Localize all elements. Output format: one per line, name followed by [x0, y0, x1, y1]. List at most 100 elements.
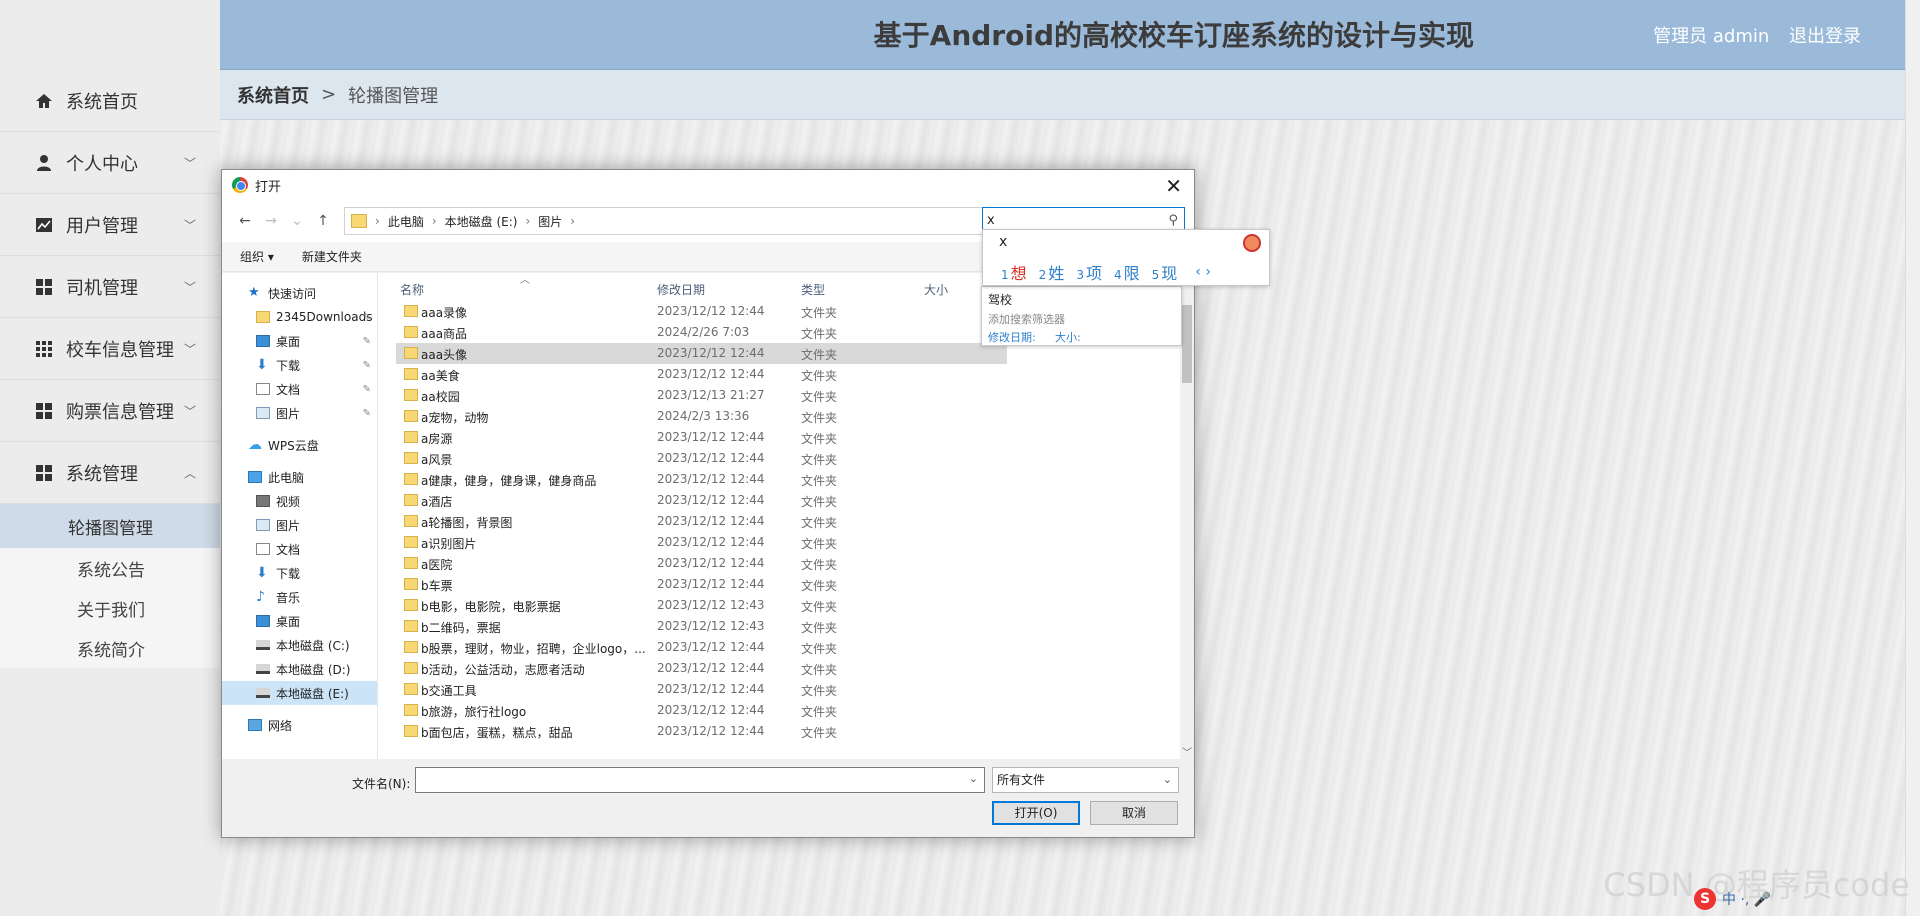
file-row[interactable]: a宠物，动物 2024/2/3 13:36 文件夹	[396, 406, 1180, 427]
sidebar-item-users[interactable]: 用户管理 ﹀	[0, 194, 220, 256]
file-row[interactable]: b面包店，蛋糕，糕点，甜品 2023/12/12 12:44 文件夹	[396, 721, 1180, 742]
nav-item[interactable]: 本地磁盘 (D:)	[222, 657, 377, 681]
folder-icon	[404, 620, 418, 632]
folder-icon	[404, 452, 418, 464]
path-segment-pictures[interactable]: 图片	[538, 213, 562, 230]
file-date: 2023/12/13 21:27	[657, 388, 765, 402]
new-folder-button[interactable]: 新建文件夹	[302, 248, 362, 265]
ime-candidates: 1想 2姓 3项 4限 5现 ‹ ›	[1001, 260, 1211, 284]
path-segment-drive[interactable]: 本地磁盘 (E:)	[445, 213, 518, 230]
nav-item[interactable]: 视频	[222, 489, 377, 513]
submenu-item-about[interactable]: 关于我们	[0, 588, 220, 628]
file-row[interactable]: b电影，电影院，电影票据 2023/12/12 12:43 文件夹	[396, 595, 1180, 616]
forward-arrow-icon[interactable]: →	[258, 213, 284, 229]
nav-item[interactable]: 2345Downloads ✎	[222, 305, 377, 329]
file-row[interactable]: a酒店 2023/12/12 12:44 文件夹	[396, 490, 1180, 511]
nav-quick-access[interactable]: ★ 快速访问	[222, 281, 377, 305]
close-icon[interactable]: ✕	[1165, 174, 1182, 198]
column-type[interactable]: 类型	[801, 281, 825, 298]
nav-item[interactable]: 文档 ✎	[222, 377, 377, 401]
nav-item[interactable]: ⬇ 下载	[222, 561, 377, 585]
size-filter-link[interactable]: 大小:	[1055, 329, 1081, 345]
file-name: a酒店	[421, 495, 453, 509]
file-row[interactable]: a风景 2023/12/12 12:44 文件夹	[396, 448, 1180, 469]
submenu-item-intro[interactable]: 系统简介	[0, 628, 220, 668]
file-list-scrollbar[interactable]: ︿ ﹀	[1180, 273, 1194, 759]
ime-candidate[interactable]: 2姓	[1039, 260, 1065, 284]
column-name[interactable]: 名称	[400, 281, 424, 298]
sogou-icon[interactable]: S	[1694, 888, 1716, 910]
column-size[interactable]: 大小	[924, 281, 948, 298]
ime-candidate[interactable]: 1想	[1001, 260, 1027, 284]
file-type: 文件夹	[801, 621, 838, 635]
nav-item[interactable]: 图片	[222, 513, 377, 537]
file-row[interactable]: aa校园 2023/12/13 21:27 文件夹	[396, 385, 1180, 406]
file-type: 文件夹	[801, 306, 838, 320]
open-button[interactable]: 打开(O)	[992, 801, 1080, 825]
file-row[interactable]: a健康，健身，健身课，健身商品 2023/12/12 12:44 文件夹	[396, 469, 1180, 490]
file-row[interactable]: a房源 2023/12/12 12:44 文件夹	[396, 427, 1180, 448]
sidebar-item-personal[interactable]: 个人中心 ﹀	[0, 132, 220, 194]
nav-item[interactable]: 文档	[222, 537, 377, 561]
file-name: aaa商品	[421, 327, 468, 341]
file-row[interactable]: aa美食 2023/12/12 12:44 文件夹	[396, 364, 1180, 385]
nav-item[interactable]: 本地磁盘 (C:)	[222, 633, 377, 657]
nav-item[interactable]: 桌面	[222, 609, 377, 633]
column-date[interactable]: 修改日期	[657, 281, 705, 298]
logout-link[interactable]: 退出登录	[1789, 26, 1861, 47]
nav-wps-cloud[interactable]: ☁ WPS云盘	[222, 433, 377, 457]
suggestion-item[interactable]: 驾校	[988, 291, 1012, 308]
nav-item[interactable]: ⬇ 下载 ✎	[222, 353, 377, 377]
scroll-down-icon[interactable]: ﹀	[1182, 744, 1192, 759]
file-row[interactable]: b旅游，旅行社logo 2023/12/12 12:44 文件夹	[396, 700, 1180, 721]
organize-button[interactable]: 组织 ▾	[240, 248, 274, 265]
file-row[interactable]: a医院 2023/12/12 12:44 文件夹	[396, 553, 1180, 574]
file-row[interactable]: b股票，理财，物业，招聘，企业logo，... 2023/12/12 12:44 文…	[396, 637, 1180, 658]
filetype-select[interactable]: 所有文件 ⌄	[992, 767, 1179, 793]
file-date: 2023/12/12 12:44	[657, 661, 765, 675]
submenu-item-notice[interactable]: 系统公告	[0, 548, 220, 588]
back-arrow-icon[interactable]: ←	[232, 213, 258, 229]
nav-item[interactable]: 桌面 ✎	[222, 329, 377, 353]
nav-item[interactable]: ♪ 音乐	[222, 585, 377, 609]
up-arrow-icon[interactable]: ↑	[310, 213, 336, 229]
file-row[interactable]: a识别图片 2023/12/12 12:44 文件夹	[396, 532, 1180, 553]
scrollbar-thumb[interactable]	[1182, 305, 1192, 383]
recent-dropdown-icon[interactable]: ⌄	[284, 213, 310, 229]
file-row[interactable]: b二维码，票据 2023/12/12 12:43 文件夹	[396, 616, 1180, 637]
nav-this-pc[interactable]: 此电脑	[222, 465, 377, 489]
submenu-item-carousel[interactable]: 轮播图管理	[0, 504, 220, 548]
ime-candidate[interactable]: 4限	[1114, 260, 1140, 284]
ime-candidate[interactable]: 5现	[1152, 260, 1178, 284]
file-date: 2023/12/12 12:44	[657, 556, 765, 570]
nav-item-selected[interactable]: 本地磁盘 (E:)	[222, 681, 377, 705]
chevron-down-icon[interactable]: ⌄	[969, 772, 978, 785]
ime-page-arrows[interactable]: ‹ ›	[1195, 264, 1211, 280]
file-row[interactable]: a轮播图，背景图 2023/12/12 12:44 文件夹	[396, 511, 1180, 532]
file-row[interactable]: b车票 2023/12/12 12:44 文件夹	[396, 574, 1180, 595]
nav-network[interactable]: 网络	[222, 713, 377, 737]
sidebar-item-tickets[interactable]: 购票信息管理 ﹀	[0, 380, 220, 442]
sidebar-item-bus[interactable]: 校车信息管理 ﹀	[0, 318, 220, 380]
address-bar[interactable]: › 此电脑 › 本地磁盘 (E:) › 图片 › ⌄ ↻	[344, 207, 1044, 235]
sidebar-item-system[interactable]: 系统管理 ︿	[0, 442, 220, 504]
breadcrumb-home[interactable]: 系统首页	[237, 82, 309, 108]
path-segment-pc[interactable]: 此电脑	[388, 213, 424, 230]
sidebar-item-home[interactable]: 系统首页	[0, 70, 220, 132]
file-row[interactable]: aaa头像 2023/12/12 12:44 文件夹	[396, 343, 1007, 364]
sidebar-item-label: 个人中心	[66, 153, 138, 175]
search-suggestions: 驾校 添加搜索筛选器 修改日期: 大小:	[981, 286, 1182, 346]
sidebar-item-drivers[interactable]: 司机管理 ﹀	[0, 256, 220, 318]
file-type: 文件夹	[801, 474, 838, 488]
chevron-right-icon: ›	[431, 214, 437, 228]
file-row[interactable]: b交通工具 2023/12/12 12:44 文件夹	[396, 679, 1180, 700]
filename-input[interactable]: ⌄	[415, 767, 985, 793]
nav-item[interactable]: 图片 ✎	[222, 401, 377, 425]
page-scrollbar[interactable]	[1905, 0, 1920, 916]
date-filter-link[interactable]: 修改日期:	[988, 329, 1036, 345]
file-name: a轮播图，背景图	[421, 516, 513, 530]
cancel-button[interactable]: 取消	[1090, 801, 1178, 825]
ime-candidate[interactable]: 3项	[1076, 260, 1102, 284]
file-row[interactable]: b活动，公益活动，志愿者活动 2023/12/12 12:44 文件夹	[396, 658, 1180, 679]
folder-icon	[404, 326, 418, 338]
